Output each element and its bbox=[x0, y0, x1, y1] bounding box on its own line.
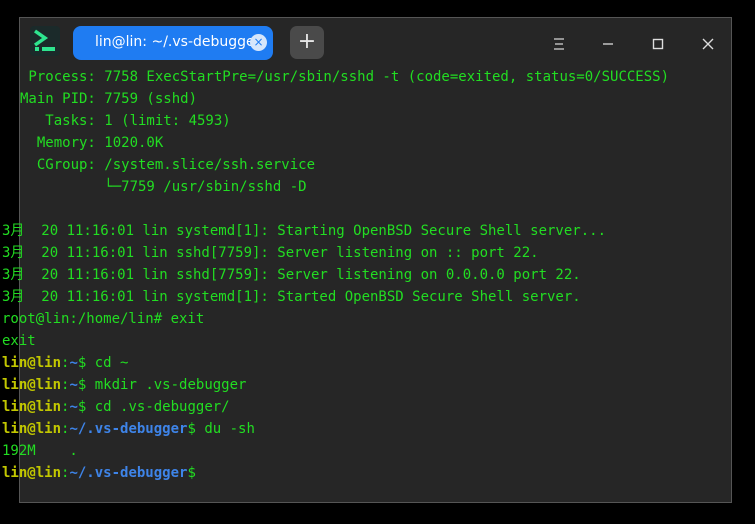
menu-icon[interactable] bbox=[547, 32, 571, 56]
log-line: 3月 20 11:16:01 lin sshd[7759]: Server li… bbox=[2, 267, 581, 283]
prompt-user: lin@lin bbox=[2, 377, 62, 393]
prompt-sep: $ bbox=[187, 465, 196, 481]
status-line: Process: 7758 ExecStartPre=/usr/sbin/ssh… bbox=[20, 69, 670, 85]
du-output: 192M . bbox=[2, 443, 78, 459]
status-line: CGroup: /system.slice/ssh.service bbox=[20, 157, 316, 173]
log-line: 3月 20 11:16:01 lin systemd[1]: Started O… bbox=[2, 289, 581, 305]
prompt-user: lin@lin bbox=[2, 465, 62, 481]
maximize-icon[interactable] bbox=[646, 32, 670, 56]
terminal-output[interactable]: Process: 7758 ExecStartPre=/usr/sbin/ssh… bbox=[2, 66, 731, 484]
prompt-user: lin@lin bbox=[2, 399, 62, 415]
new-tab-button[interactable]: + bbox=[290, 26, 324, 59]
status-line: └─7759 /usr/sbin/sshd -D bbox=[20, 179, 307, 195]
prompt-user: lin@lin bbox=[2, 421, 62, 437]
prompt-sep: $ bbox=[77, 399, 95, 415]
log-line: 3月 20 11:16:01 lin systemd[1]: Starting … bbox=[2, 223, 607, 239]
tab-label: lin@lin: ~/.vs-debugger bbox=[95, 34, 261, 50]
final-prompt[interactable]: lin@lin:~/.vs-debugger$ bbox=[2, 462, 731, 484]
command-text: mkdir .vs-debugger bbox=[94, 377, 247, 393]
command-line: lin@lin:~$ cd .vs-debugger/ bbox=[2, 396, 731, 418]
command-line: lin@lin:~$ cd ~ bbox=[2, 352, 731, 374]
prompt-path: ~ bbox=[69, 355, 78, 371]
status-line: Main PID: 7759 (sshd) bbox=[20, 91, 198, 107]
command-text: cd ~ bbox=[94, 355, 129, 371]
status-line: Tasks: 1 (limit: 4593) bbox=[20, 113, 231, 129]
tab-close-icon[interactable]: × bbox=[250, 34, 267, 51]
status-line: Memory: 1020.0K bbox=[20, 135, 164, 151]
prompt-path: ~ bbox=[69, 377, 78, 393]
prompt-sep: $ bbox=[77, 355, 95, 371]
tab-active[interactable]: lin@lin: ~/.vs-debugger × bbox=[73, 26, 273, 60]
command-text: cd .vs-debugger/ bbox=[94, 399, 230, 415]
command-line: lin@lin:~$ mkdir .vs-debugger bbox=[2, 374, 731, 396]
root-prompt-line: root@lin:/home/lin# exit bbox=[2, 311, 205, 327]
prompt-path: ~/.vs-debugger bbox=[69, 421, 188, 437]
prompt-sep: $ bbox=[187, 421, 205, 437]
command-line: lin@lin:~/.vs-debugger$ du -sh bbox=[2, 418, 731, 440]
close-icon[interactable] bbox=[696, 32, 720, 56]
minimize-icon[interactable] bbox=[596, 32, 620, 56]
prompt-path: ~/.vs-debugger bbox=[69, 465, 188, 481]
prompt-user: lin@lin bbox=[2, 355, 62, 371]
log-line: 3月 20 11:16:01 lin sshd[7759]: Server li… bbox=[2, 245, 539, 261]
prompt-sep: $ bbox=[77, 377, 95, 393]
title-bar: lin@lin: ~/.vs-debugger × + bbox=[20, 18, 731, 66]
terminal-app-icon bbox=[30, 26, 60, 56]
command-text: du -sh bbox=[204, 421, 255, 437]
prompt-path: ~ bbox=[69, 399, 78, 415]
exit-output: exit bbox=[2, 333, 36, 349]
terminal-window: lin@lin: ~/.vs-debugger × + Process: 775… bbox=[2, 17, 732, 503]
